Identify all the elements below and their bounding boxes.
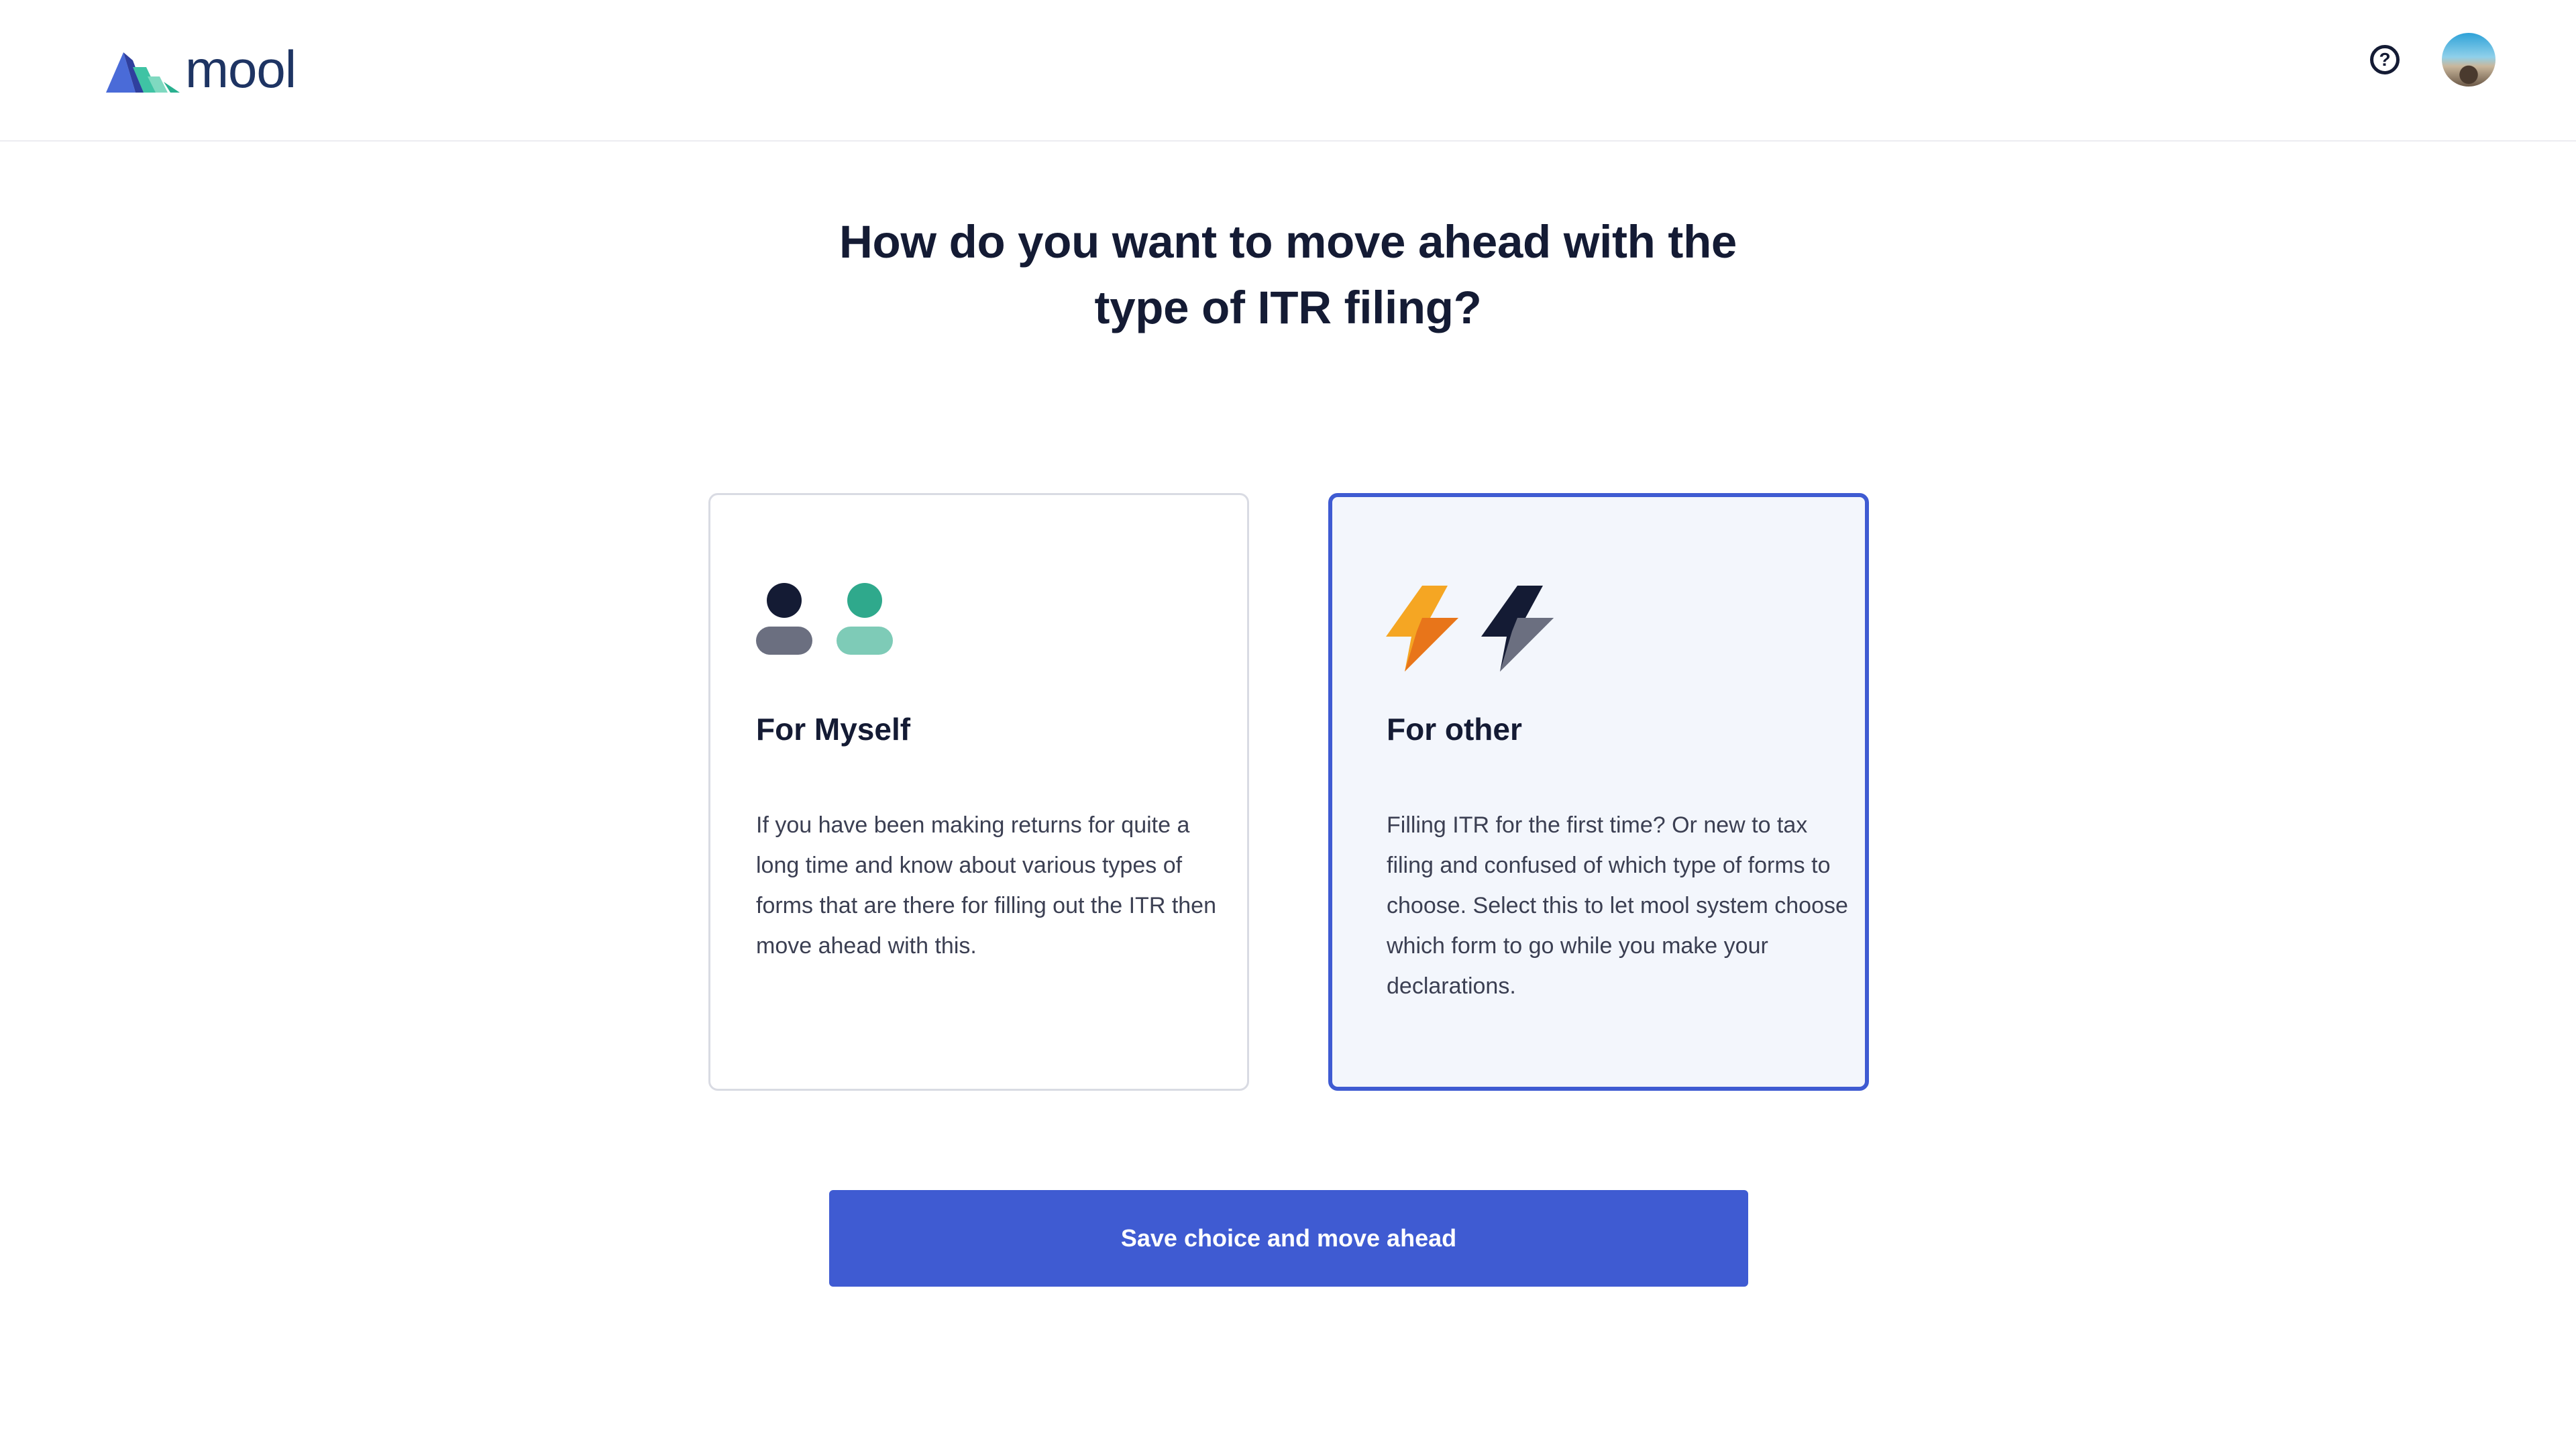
save-choice-button[interactable]: Save choice and move ahead xyxy=(829,1190,1748,1287)
option-description-other: Filling ITR for the first time? Or new t… xyxy=(1387,812,1848,999)
avatar[interactable] xyxy=(2442,33,2496,87)
page-title-line-2: type of ITR filing? xyxy=(1094,282,1482,333)
brand-logo[interactable]: mool xyxy=(106,43,297,95)
two-people-icon xyxy=(756,582,897,676)
option-title-other: For other xyxy=(1387,712,1522,747)
top-header: mool ? xyxy=(0,0,2576,142)
help-icon[interactable]: ? xyxy=(2370,45,2400,74)
option-description-myself: If you have been making returns for quit… xyxy=(756,812,1216,959)
brand-name: mool xyxy=(185,40,297,99)
lightning-bolts-icon xyxy=(1386,583,1560,677)
mool-logo-icon xyxy=(106,52,180,93)
option-card-myself[interactable]: For Myself If you have been making retur… xyxy=(708,493,1249,1091)
option-card-other[interactable]: For other Filling ITR for the first time… xyxy=(1328,493,1869,1091)
page-title-line-1: How do you want to move ahead with the xyxy=(839,216,1737,268)
option-title-myself: For Myself xyxy=(756,712,911,747)
page-title: How do you want to move ahead with the t… xyxy=(778,209,1798,341)
